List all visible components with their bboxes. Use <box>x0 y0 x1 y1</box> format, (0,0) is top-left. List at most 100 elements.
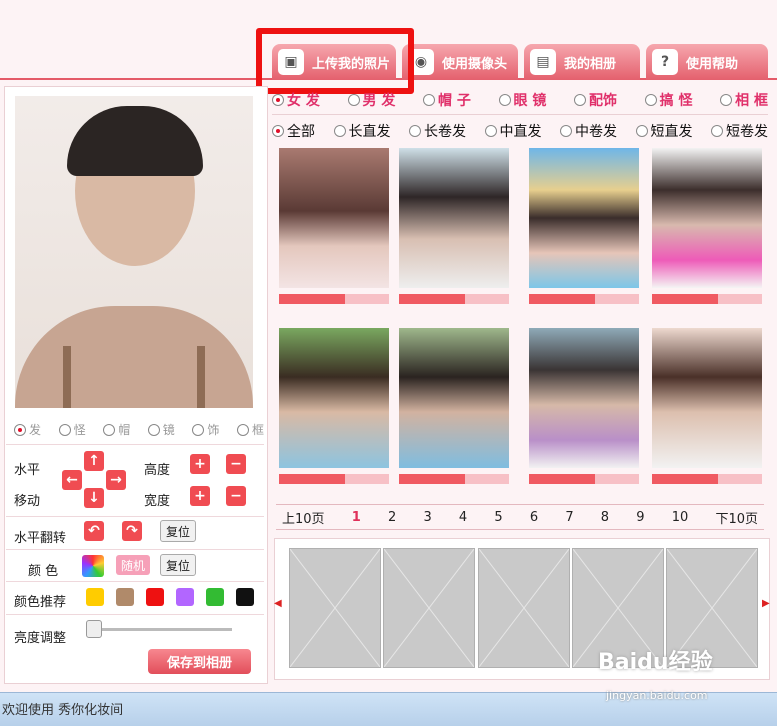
move-down-button[interactable]: ↓ <box>84 488 104 508</box>
subcategory-short-straight[interactable]: 短直发 <box>635 121 693 141</box>
highlight-box <box>256 28 414 94</box>
tab-my-album[interactable]: ▤ 我的相册 <box>524 44 640 80</box>
page-link[interactable]: 6 <box>530 510 538 525</box>
hairstyle-thumbnail[interactable] <box>652 148 762 316</box>
color-swatch-brown[interactable] <box>116 588 134 606</box>
category-frame[interactable]: 相 框 <box>720 90 768 110</box>
subcategory-long-curly[interactable]: 长卷发 <box>409 121 466 141</box>
album-slot[interactable] <box>478 548 570 668</box>
radio-label: 镜 <box>162 423 175 437</box>
move-right-button[interactable]: → <box>106 470 126 490</box>
page-link-current[interactable]: 1 <box>352 510 361 525</box>
radio-label: 中直发 <box>499 124 542 140</box>
save-to-album-button[interactable]: 保存到相册 <box>148 649 251 674</box>
page-link[interactable]: 10 <box>672 510 689 525</box>
category-accessory[interactable]: 配饰 <box>574 90 617 110</box>
page-link[interactable]: 7 <box>565 510 573 525</box>
hairstyle-image <box>529 148 639 288</box>
layer-radio-glasses[interactable]: 镜 <box>147 421 175 438</box>
subcategory-mid-curly[interactable]: 中卷发 <box>560 121 617 141</box>
empty-slot-icon <box>383 548 475 668</box>
category-filter: 女 发 男 发 帽 子 眼 镜 配饰 搞 怪 相 框 <box>272 86 768 114</box>
color-swatch-yellow[interactable] <box>86 588 104 606</box>
thumbnail-caption-bar <box>279 294 389 304</box>
radio-dot <box>236 423 249 436</box>
prev-10-pages-link[interactable]: 上10页 <box>282 508 325 527</box>
hairstyle-thumbnail[interactable] <box>279 148 389 316</box>
move-up-button[interactable]: ↑ <box>84 451 104 471</box>
hairstyle-thumbnail[interactable] <box>529 328 639 496</box>
color-recommend-label: 颜色推荐 <box>14 595 67 610</box>
flip-reset-button[interactable]: 复位 <box>160 520 196 542</box>
color-reset-button[interactable]: 复位 <box>160 554 196 576</box>
color-swatch-green[interactable] <box>206 588 224 606</box>
height-plus-button[interactable]: + <box>190 454 210 474</box>
move-left-button[interactable]: ← <box>62 470 82 490</box>
hairstyle-thumbnail[interactable] <box>399 148 509 316</box>
flip-right-button[interactable]: ↷ <box>122 521 142 541</box>
brightness-label: 亮度调整 <box>14 631 67 646</box>
width-plus-button[interactable]: + <box>190 486 210 506</box>
next-10-pages-link[interactable]: 下10页 <box>715 508 758 527</box>
height-minus-button[interactable]: − <box>226 454 246 474</box>
scroll-left-arrow-icon[interactable]: ◀ <box>274 598 284 612</box>
tab-help[interactable]: ? 使用帮助 <box>646 44 768 80</box>
page-link[interactable]: 4 <box>459 510 467 525</box>
layer-radio-accessory[interactable]: 饰 <box>192 421 219 438</box>
hairstyle-filter: 全部 长直发 长卷发 中直发 中卷发 短直发 短卷发 <box>272 117 768 145</box>
album-slot[interactable] <box>289 548 381 668</box>
layer-radio-hat[interactable]: 帽 <box>103 421 130 438</box>
plus-icon: + <box>194 488 206 504</box>
category-glasses[interactable]: 眼 镜 <box>498 90 546 110</box>
category-female-hair[interactable]: 女 发 <box>272 90 320 110</box>
page-link[interactable]: 8 <box>601 510 609 525</box>
subcategory-all[interactable]: 全部 <box>272 121 315 141</box>
hairstyle-image <box>279 328 389 468</box>
radio-dot <box>272 94 284 106</box>
color-palette-icon[interactable] <box>82 555 104 577</box>
width-minus-button[interactable]: − <box>226 486 246 506</box>
hairstyle-thumbnail[interactable] <box>529 148 639 316</box>
hairstyle-image <box>399 328 509 468</box>
radio-label: 配饰 <box>589 93 617 109</box>
color-swatch-black[interactable] <box>236 588 254 606</box>
album-slot[interactable] <box>383 548 475 668</box>
category-hat[interactable]: 帽 子 <box>423 90 471 110</box>
flip-left-button[interactable]: ↶ <box>84 521 104 541</box>
hairstyle-thumbnail[interactable] <box>652 328 762 496</box>
layer-radio-funny[interactable]: 怪 <box>58 421 86 438</box>
radio-dot <box>347 94 360 106</box>
divider <box>6 516 264 517</box>
photo-strap-left <box>63 346 71 408</box>
hairstyle-image <box>529 328 639 468</box>
brightness-slider-track[interactable] <box>90 628 232 631</box>
thumbnail-caption-bar <box>529 474 639 484</box>
subcategory-long-straight[interactable]: 长直发 <box>333 121 391 141</box>
page-link[interactable]: 5 <box>494 510 502 525</box>
page-link[interactable]: 9 <box>636 510 644 525</box>
subcategory-short-curly[interactable]: 短卷发 <box>711 121 768 141</box>
minus-icon: − <box>230 488 242 504</box>
radio-dot <box>720 94 733 106</box>
rotate-left-icon: ↶ <box>88 523 100 539</box>
color-swatch-red[interactable] <box>146 588 164 606</box>
category-male-hair[interactable]: 男 发 <box>347 90 395 110</box>
color-swatch-purple[interactable] <box>176 588 194 606</box>
page-link[interactable]: 2 <box>388 510 396 525</box>
scroll-right-arrow-icon[interactable]: ▶ <box>762 598 772 612</box>
brightness-slider-handle[interactable] <box>86 620 102 638</box>
page-link[interactable]: 3 <box>423 510 431 525</box>
layer-radio-group: 发 怪 帽 镜 饰 框 <box>14 421 264 438</box>
hairstyle-thumbnail[interactable] <box>279 328 389 496</box>
layer-radio-frame[interactable]: 框 <box>236 421 264 438</box>
user-photo[interactable] <box>15 96 253 408</box>
tab-use-camera[interactable]: ◉ 使用摄像头 <box>402 44 518 80</box>
radio-dot <box>635 125 648 137</box>
thumbnail-caption-bar <box>279 474 389 484</box>
subcategory-mid-straight[interactable]: 中直发 <box>484 121 542 141</box>
random-color-button[interactable]: 随机 <box>116 555 150 575</box>
category-funny[interactable]: 搞 怪 <box>644 90 693 110</box>
layer-radio-hair[interactable]: 发 <box>14 421 41 438</box>
radio-dot <box>147 423 160 436</box>
hairstyle-thumbnail[interactable] <box>399 328 509 496</box>
